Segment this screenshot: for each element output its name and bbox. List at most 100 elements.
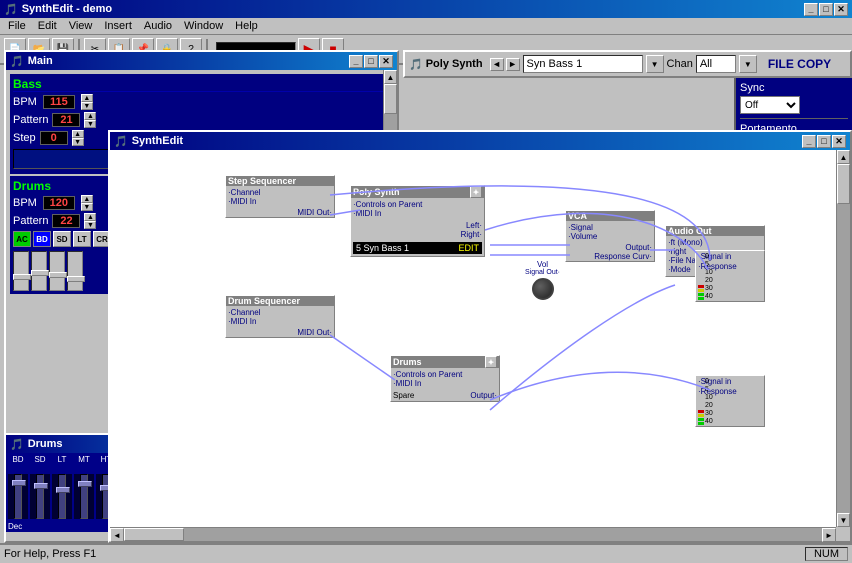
vca-module: VCA ·Signal ·Volume Output· Response Cur… <box>565 210 655 262</box>
minimize-button[interactable]: _ <box>804 3 818 16</box>
signal-in-2-module: ·Signal in ·Response 0510203040 <box>695 375 765 427</box>
poly-synth-bar: 🎵 Poly Synth ◄ ► Syn Bass 1 ▼ Chan All ▼… <box>403 50 852 78</box>
menu-window[interactable]: Window <box>178 19 229 33</box>
synthedit-minimize[interactable]: _ <box>802 135 816 148</box>
statusbar: For Help, Press F1 NUM <box>0 543 852 563</box>
menu-insert[interactable]: Insert <box>98 19 138 33</box>
bass-bpm-display: 115 <box>43 95 75 109</box>
pattern-label: Pattern <box>13 114 48 126</box>
vca-port-response: Response Curv· <box>568 252 652 261</box>
app-title-bar: 🎵 SynthEdit - demo _ □ ✕ <box>0 0 852 18</box>
drum-seq-port-midi-out: MIDI Out· <box>226 328 334 337</box>
window-controls[interactable]: _ □ ✕ <box>804 3 848 16</box>
sync-select[interactable]: Off <box>740 96 800 114</box>
main-minimize[interactable]: _ <box>349 55 363 68</box>
preset-next-button[interactable]: ► <box>506 58 520 71</box>
right-panel-divider-1 <box>740 118 848 119</box>
step-seq-title: Step Sequencer <box>226 176 334 186</box>
menu-file[interactable]: File <box>2 19 32 33</box>
preset-name-display[interactable]: Syn Bass 1 <box>523 55 643 73</box>
audio-out-title: Audio Out <box>666 226 764 236</box>
drum-seq-port-channel: ·Channel <box>228 308 332 317</box>
drum-slider-2[interactable] <box>31 251 47 291</box>
drum-pad-lt[interactable]: LT <box>73 231 91 247</box>
drums-vol-slider-lt[interactable] <box>52 474 72 519</box>
close-button[interactable]: ✕ <box>834 3 848 16</box>
main-title: Main <box>28 55 53 67</box>
se-scroll-up[interactable]: ▲ <box>837 150 850 164</box>
menu-view[interactable]: View <box>63 19 99 33</box>
se-scroll-track-h[interactable] <box>124 528 822 541</box>
scroll-thumb[interactable] <box>384 84 397 114</box>
drum-sequencer-module: Drum Sequencer ·Channel ·MIDI In MIDI Ou… <box>225 295 335 338</box>
drums-vol-slider-mt[interactable] <box>74 474 94 519</box>
app-icon: 🎵 <box>4 3 18 16</box>
menu-help[interactable]: Help <box>229 19 264 33</box>
bass-pattern-down[interactable]: ▼ <box>84 120 96 128</box>
scroll-up[interactable]: ▲ <box>384 70 397 84</box>
synthedit-maximize[interactable]: □ <box>817 135 831 148</box>
bass-pattern-up[interactable]: ▲ <box>84 112 96 120</box>
chan-dropdown-button[interactable]: ▼ <box>739 55 757 73</box>
se-scroll-down[interactable]: ▼ <box>837 513 850 527</box>
audio-port-ft-mono: ·ft (Mono) <box>668 238 762 247</box>
menu-audio[interactable]: Audio <box>138 19 178 33</box>
drums-bpm-up[interactable]: ▲ <box>81 195 93 203</box>
main-close[interactable]: ✕ <box>379 55 393 68</box>
drums-pattern-up[interactable]: ▲ <box>84 213 96 221</box>
drums-bpm-down[interactable]: ▼ <box>81 203 93 211</box>
drums-bpm-label: BPM <box>13 197 37 209</box>
maximize-button[interactable]: □ <box>819 3 833 16</box>
se-scroll-thumb-v[interactable] <box>837 164 850 204</box>
se-scroll-thumb-h[interactable] <box>124 528 184 541</box>
chan-display: All <box>696 55 736 73</box>
drum-pad-sd[interactable]: SD <box>53 231 71 247</box>
drums-module-settings[interactable]: ✦ <box>485 356 497 368</box>
edit-button[interactable]: EDIT <box>458 243 479 253</box>
vca-port-output: Output· <box>568 243 652 252</box>
main-window-title: 🎵 Main _ □ ✕ <box>6 52 397 70</box>
num-lock-indicator: NUM <box>805 547 848 561</box>
drums-spare-label: Spare <box>393 391 414 400</box>
drum-seq-port-midi-in: ·MIDI In <box>228 317 332 326</box>
se-scroll-left[interactable]: ◄ <box>110 528 124 542</box>
drums-module: Drums ✦ ·Controls on Parent ·MIDI In Spa… <box>390 355 500 402</box>
drum-slider-4[interactable] <box>67 251 83 291</box>
drum-slider-1[interactable] <box>13 251 29 291</box>
sync-label: Sync <box>740 82 848 94</box>
preset-dropdown-button[interactable]: ▼ <box>646 55 664 73</box>
vca-port-signal: ·Signal <box>568 223 652 232</box>
synthedit-scrollbar-h[interactable]: ◄ ► <box>110 527 836 541</box>
drum-pad-ac[interactable]: AC <box>13 231 31 247</box>
bass-step-up[interactable]: ▲ <box>72 130 84 138</box>
se-scroll-right[interactable]: ► <box>822 528 836 542</box>
poly-synth-settings[interactable]: ✦ <box>470 186 482 198</box>
preset-prev-button[interactable]: ◄ <box>490 58 504 71</box>
drums-module-title: Drums <box>393 357 422 367</box>
drum-seq-title: Drum Sequencer <box>226 296 334 306</box>
drums-pattern-label: Pattern <box>13 215 48 227</box>
menu-edit[interactable]: Edit <box>32 19 63 33</box>
bass-bpm-down[interactable]: ▼ <box>81 102 93 110</box>
vol-knob[interactable] <box>532 278 554 300</box>
drums-pattern-down[interactable]: ▼ <box>84 221 96 229</box>
drums-vol-slider-bd[interactable] <box>8 474 28 519</box>
poly-synth-port-controls: ·Controls on Parent <box>353 200 482 209</box>
main-maximize[interactable]: □ <box>364 55 378 68</box>
bass-title: Bass <box>13 77 390 92</box>
drums-vol-slider-sd[interactable] <box>30 474 50 519</box>
drum-pad-bd[interactable]: BD <box>33 231 51 247</box>
app-title: SynthEdit - demo <box>22 3 112 15</box>
synthedit-title-bar: 🎵 SynthEdit _ □ ✕ <box>110 132 850 150</box>
bass-step-down[interactable]: ▼ <box>72 138 84 146</box>
se-scroll-track-v[interactable] <box>837 164 850 513</box>
poly-synth-port-right: Right· <box>461 230 482 239</box>
bass-bpm-up[interactable]: ▲ <box>81 94 93 102</box>
poly-synth-port-midi: ·MIDI In <box>353 209 482 218</box>
vol-label: Vol <box>525 260 560 269</box>
synthedit-scrollbar-v[interactable]: ▲ ▼ <box>836 150 850 527</box>
step-seq-port-midi-in: ·MIDI In <box>228 197 332 206</box>
synthedit-close[interactable]: ✕ <box>832 135 846 148</box>
step-sequencer-module: Step Sequencer ·Channel ·MIDI In MIDI Ou… <box>225 175 335 218</box>
drum-slider-3[interactable] <box>49 251 65 291</box>
